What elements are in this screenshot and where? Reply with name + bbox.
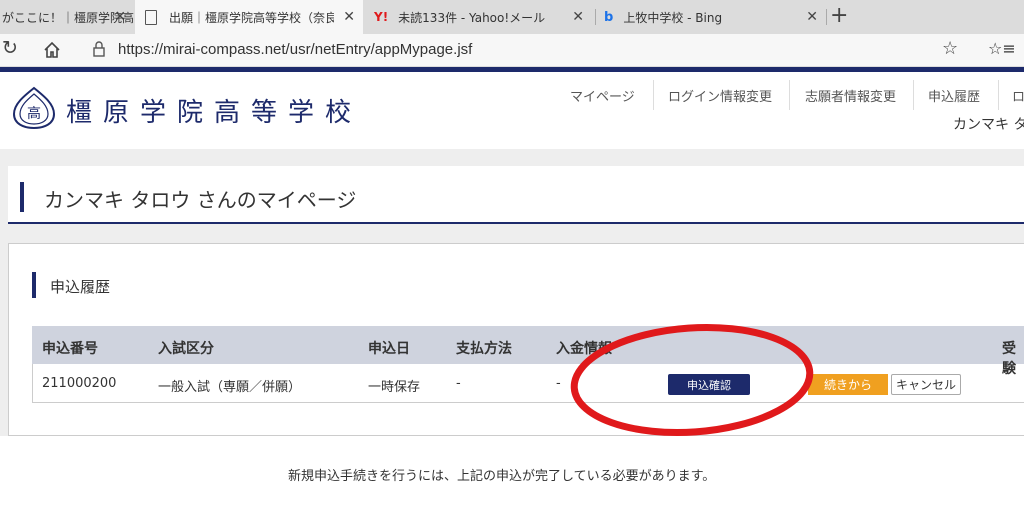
reload-icon[interactable]: ↻ <box>2 37 18 59</box>
tab-1[interactable]: がここに！｜橿原学院高 ✕ <box>0 0 134 34</box>
tab-title: 未読133件 - Yahoo!メール <box>398 10 546 25</box>
cell-exam-type: 一般入試（専願／併願） <box>158 380 302 395</box>
title-accent-bar <box>20 182 24 212</box>
notice-text: 新規申込手続きを行うには、上記の申込が完了している必要があります。 <box>288 469 716 484</box>
col-header-number: 申込番号 <box>42 341 98 357</box>
nav-application-history[interactable]: 申込履歴 <box>928 86 980 105</box>
col-header-payment: 支払方法 <box>456 341 512 357</box>
tab-2[interactable]: 出願｜橿原学院高等学校（奈良 ✕ <box>135 0 363 34</box>
nav-mypage[interactable]: マイページ <box>570 86 635 105</box>
col-header-date: 申込日 <box>368 341 410 357</box>
nav-divider <box>913 80 914 110</box>
school-logo[interactable]: 高 <box>10 84 58 132</box>
new-tab-button[interactable]: + <box>830 3 848 28</box>
user-name: カンマキ タ <box>953 117 1024 133</box>
address-bar-row: ↻ https://mirai-compass.net/usr/netEntry… <box>0 34 1024 67</box>
col-header-exam-type: 入試区分 <box>158 341 214 357</box>
tab-title: 上牧中学校 - Bing <box>623 10 723 25</box>
site-header: 高 橿原学院高等学校 マイページ ログイン情報変更 志願者情報変更 申込履歴 ロ… <box>0 67 1024 149</box>
tab-title: 出願｜橿原学院高等学校（奈良 <box>169 10 334 25</box>
nav-divider <box>998 80 999 110</box>
section-heading: 申込履歴 <box>50 278 111 296</box>
cell-number: 211000200 <box>42 376 117 391</box>
tab-3[interactable]: Y! 未読133件 - Yahoo!メール ✕ <box>364 0 592 34</box>
tab-divider <box>826 9 827 25</box>
close-icon[interactable]: ✕ <box>572 9 584 25</box>
lock-icon <box>93 41 105 57</box>
logo-char: 高 <box>27 105 41 122</box>
nav-logout[interactable]: ロ <box>1012 86 1024 105</box>
mypage-title-box: カンマキ タロウ さんのマイページ <box>8 166 1024 224</box>
nav-divider <box>653 80 654 110</box>
favorite-star-icon[interactable]: ☆ <box>942 38 958 59</box>
bing-icon: b <box>604 9 614 25</box>
close-icon[interactable]: ✕ <box>343 9 355 25</box>
url-field[interactable]: https://mirai-compass.net/usr/netEntry/a… <box>118 41 472 58</box>
cell-payment: - <box>456 376 461 391</box>
browser-tab-bar: がここに！｜橿原学院高 ✕ 出願｜橿原学院高等学校（奈良 ✕ Y! 未読133件… <box>0 0 1024 34</box>
favorites-list-icon[interactable]: ☆≡ <box>988 39 1016 58</box>
page-icon <box>145 9 157 25</box>
page-title: カンマキ タロウ さんのマイページ <box>44 188 357 212</box>
yahoo-icon: Y! <box>374 10 389 24</box>
close-icon[interactable]: ✕ <box>806 9 818 25</box>
nav-applicant-info[interactable]: 志願者情報変更 <box>805 86 896 105</box>
cancel-button[interactable]: キャンセル <box>891 374 961 395</box>
nav-login-info[interactable]: ログイン情報変更 <box>668 86 772 105</box>
close-icon[interactable]: ✕ <box>114 9 126 25</box>
nav-divider <box>789 80 790 110</box>
cell-date: 一時保存 <box>368 380 421 395</box>
school-name[interactable]: 橿原学院高等学校 <box>66 92 362 129</box>
section-accent-bar <box>32 272 36 298</box>
tab-4[interactable]: b 上牧中学校 - Bing ✕ <box>596 0 826 34</box>
home-icon[interactable] <box>42 40 62 60</box>
col-header-exam: 受験 <box>1002 341 1016 377</box>
annotation-circle <box>570 323 814 437</box>
